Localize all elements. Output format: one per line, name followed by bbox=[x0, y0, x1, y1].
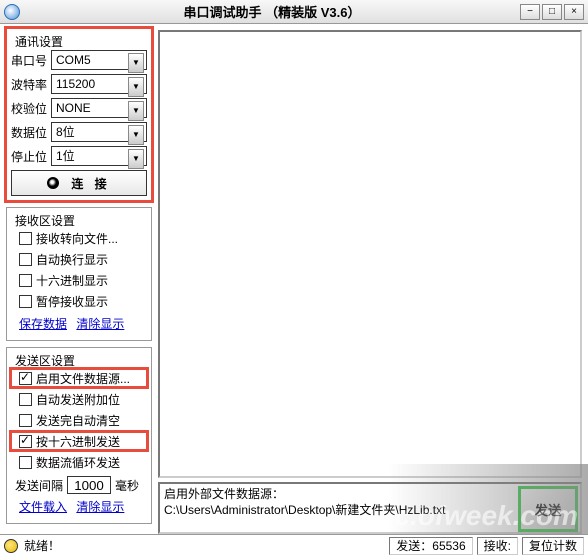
titlebar: 串口调试助手 （精装版 V3.6） − □ × bbox=[0, 0, 588, 24]
send-legend: 发送区设置 bbox=[13, 352, 77, 369]
recv-to-file-row[interactable]: 接收转向文件... bbox=[11, 229, 147, 247]
send-filesrc-label: 启用文件数据源... bbox=[36, 370, 130, 387]
recv-autowrap-row[interactable]: 自动换行显示 bbox=[11, 250, 147, 268]
recv-legend: 接收区设置 bbox=[13, 212, 77, 229]
close-button[interactable]: × bbox=[564, 4, 584, 20]
checkbox-icon[interactable] bbox=[19, 295, 32, 308]
interval-input[interactable] bbox=[67, 476, 111, 494]
window-controls: − □ × bbox=[520, 4, 584, 20]
checkbox-icon[interactable] bbox=[19, 232, 32, 245]
checkbox-icon[interactable] bbox=[19, 456, 32, 469]
port-select[interactable]: COM5 bbox=[51, 50, 147, 70]
app-icon bbox=[4, 4, 20, 20]
connect-label: 连 接 bbox=[71, 175, 110, 192]
parity-select[interactable]: NONE bbox=[51, 98, 147, 118]
reset-count-button[interactable]: 复位计数 bbox=[522, 537, 584, 555]
data-label: 数据位 bbox=[11, 124, 51, 141]
send-hex-label: 按十六进制发送 bbox=[36, 433, 120, 450]
checkbox-icon[interactable] bbox=[19, 393, 32, 406]
recv-settings-group: 接收区设置 接收转向文件... 自动换行显示 十六进制显示 暂停接收显示 保存数… bbox=[6, 207, 152, 341]
recv-autowrap-label: 自动换行显示 bbox=[36, 251, 108, 268]
load-file-link[interactable]: 文件载入 bbox=[19, 500, 67, 514]
statusbar: 就绪！ 发送：65536 接收: 复位计数 bbox=[0, 534, 588, 556]
comm-settings-group: 通讯设置 串口号 COM5 波特率 115200 校验位 NONE 数据位 8位… bbox=[6, 28, 152, 201]
recv-to-file-label: 接收转向文件... bbox=[36, 230, 118, 247]
checkbox-icon[interactable] bbox=[19, 253, 32, 266]
checkbox-icon[interactable] bbox=[19, 435, 32, 448]
send-button[interactable]: 发送 bbox=[520, 488, 576, 530]
clear-recv-link[interactable]: 清除显示 bbox=[76, 317, 124, 331]
send-settings-group: 发送区设置 启用文件数据源... 自动发送附加位 发送完自动清空 按十六进制发送… bbox=[6, 347, 152, 524]
send-cleardone-row[interactable]: 发送完自动清空 bbox=[11, 411, 147, 429]
baud-select[interactable]: 115200 bbox=[51, 74, 147, 94]
status-ready: 就绪！ bbox=[24, 537, 60, 554]
send-loop-row[interactable]: 数据流循环发送 bbox=[11, 453, 147, 471]
datasource-path: C:\Users\Administrator\Desktop\新建文件夹\HzL… bbox=[164, 502, 445, 518]
send-autoextra-row[interactable]: 自动发送附加位 bbox=[11, 390, 147, 408]
recv-hex-label: 十六进制显示 bbox=[36, 272, 108, 289]
stop-select[interactable]: 1位 bbox=[51, 146, 147, 166]
send-filesrc-row[interactable]: 启用文件数据源... bbox=[11, 369, 147, 387]
save-data-link[interactable]: 保存数据 bbox=[19, 317, 67, 331]
send-hex-row[interactable]: 按十六进制发送 bbox=[11, 432, 147, 450]
clear-send-link[interactable]: 清除显示 bbox=[76, 500, 124, 514]
receive-textarea[interactable] bbox=[158, 30, 582, 478]
recv-pause-row[interactable]: 暂停接收显示 bbox=[11, 292, 147, 310]
datasource-label: 启用外部文件数据源： bbox=[164, 486, 445, 502]
stop-label: 停止位 bbox=[11, 148, 51, 165]
recv-hex-row[interactable]: 十六进制显示 bbox=[11, 271, 147, 289]
interval-label: 发送间隔 bbox=[15, 477, 63, 494]
interval-unit: 毫秒 bbox=[115, 477, 139, 494]
checkbox-icon[interactable] bbox=[19, 274, 32, 287]
status-send-count: 发送：65536 bbox=[389, 537, 472, 555]
parity-label: 校验位 bbox=[11, 100, 51, 117]
status-indicator-icon bbox=[4, 539, 18, 553]
checkbox-icon[interactable] bbox=[19, 372, 32, 385]
send-box: 启用外部文件数据源： C:\Users\Administrator\Deskto… bbox=[158, 482, 582, 534]
minimize-button[interactable]: − bbox=[520, 4, 540, 20]
data-select[interactable]: 8位 bbox=[51, 122, 147, 142]
comm-legend: 通讯设置 bbox=[13, 33, 65, 50]
status-recv-count: 接收: bbox=[477, 537, 518, 555]
connect-button[interactable]: 连 接 bbox=[11, 170, 147, 196]
baud-label: 波特率 bbox=[11, 76, 51, 93]
window-title: 串口调试助手 （精装版 V3.6） bbox=[24, 2, 520, 21]
port-label: 串口号 bbox=[11, 52, 51, 69]
send-autoextra-label: 自动发送附加位 bbox=[36, 391, 120, 408]
send-cleardone-label: 发送完自动清空 bbox=[36, 412, 120, 429]
recv-pause-label: 暂停接收显示 bbox=[36, 293, 108, 310]
checkbox-icon[interactable] bbox=[19, 414, 32, 427]
send-loop-label: 数据流循环发送 bbox=[36, 454, 120, 471]
maximize-button[interactable]: □ bbox=[542, 4, 562, 20]
connect-indicator-icon bbox=[47, 177, 59, 189]
